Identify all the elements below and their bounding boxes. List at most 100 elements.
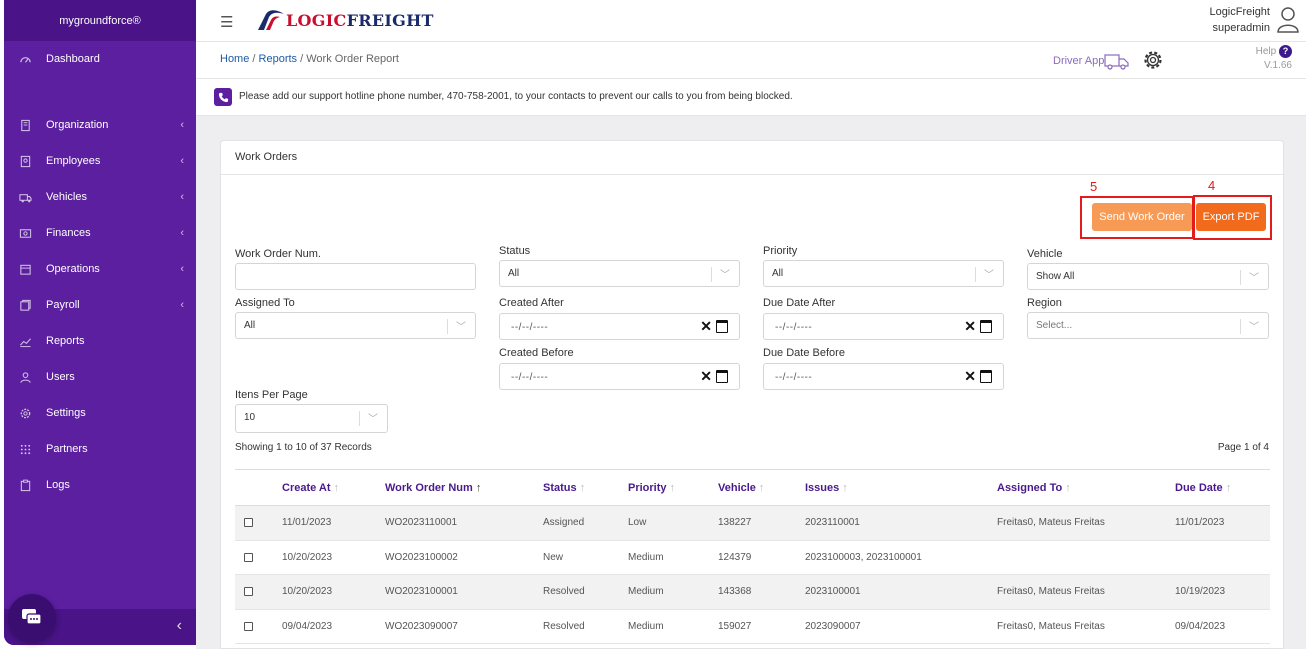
due-date-before-placeholder: --/--/---- bbox=[775, 372, 813, 383]
sidebar-item-operations[interactable]: Operations ‹ bbox=[4, 258, 196, 280]
row-checkbox[interactable] bbox=[244, 552, 253, 562]
collapse-sidebar-icon[interactable]: ‹ bbox=[177, 617, 182, 635]
clear-icon[interactable]: ✕ bbox=[700, 318, 712, 335]
sidebar-item-reports[interactable]: Reports bbox=[4, 330, 196, 352]
column-header-work-order-num[interactable]: Work Order Num ↑ bbox=[385, 469, 543, 506]
work-order-num-label: Work Order Num. bbox=[235, 248, 321, 260]
vehicle-value: Show All bbox=[1036, 271, 1075, 282]
created-before-input[interactable]: --/--/---- ✕ bbox=[499, 363, 740, 390]
table-header-row: Create At ↑ Work Order Num ↑ Status ↑ Prior… bbox=[235, 469, 1270, 506]
chevron-down-icon: ﹀ bbox=[1249, 273, 1259, 284]
column-header-due-date[interactable]: Due Date ↑ bbox=[1175, 469, 1270, 506]
send-work-order-button[interactable]: Send Work Order bbox=[1092, 203, 1192, 231]
sidebar-item-finances[interactable]: Finances ‹ bbox=[4, 222, 196, 244]
table-row[interactable]: 10/20/2023 WO2023100002 New Medium 12437… bbox=[235, 540, 1270, 575]
table-row[interactable]: 10/20/2023 WO2023100001 Resolved Medium … bbox=[235, 574, 1270, 610]
row-checkbox[interactable] bbox=[244, 621, 253, 631]
logo-swoosh-icon bbox=[258, 10, 284, 30]
truck-icon bbox=[1104, 54, 1129, 70]
column-header-assigned-to[interactable]: Assigned To ↑ bbox=[997, 469, 1175, 506]
table-cell bbox=[997, 540, 1175, 575]
user-menu[interactable]: LogicFreight superadmin bbox=[1209, 4, 1300, 36]
breadcrumb-current: Work Order Report bbox=[306, 53, 399, 65]
chat-button[interactable] bbox=[8, 594, 56, 642]
breadcrumb-reports[interactable]: Reports bbox=[259, 53, 298, 65]
row-checkbox[interactable] bbox=[244, 587, 253, 597]
table-cell bbox=[1175, 540, 1270, 575]
table-row[interactable]: 09/04/2023 WO2023090007 Resolved Medium … bbox=[235, 609, 1270, 644]
card-title: Work Orders bbox=[221, 141, 1283, 175]
sidebar-item-partners[interactable]: Partners bbox=[4, 438, 196, 460]
items-per-page-select[interactable]: 10 ﹀ bbox=[235, 404, 388, 433]
due-date-before-input[interactable]: --/--/---- ✕ bbox=[763, 363, 1004, 390]
chevron-left-icon: ‹ bbox=[180, 299, 184, 311]
select-divider bbox=[447, 319, 448, 334]
table-cell: 124379 bbox=[718, 540, 805, 575]
sidebar-item-payroll[interactable]: Payroll ‹ bbox=[4, 294, 196, 316]
employees-icon bbox=[18, 154, 32, 168]
chevron-left-icon: ‹ bbox=[180, 155, 184, 167]
table-cell: 143368 bbox=[718, 574, 805, 610]
sidebar-item-organization[interactable]: Organization ‹ bbox=[4, 114, 196, 136]
calendar-icon[interactable] bbox=[980, 370, 992, 383]
sidebar-item-users[interactable]: Users bbox=[4, 366, 196, 388]
settings-gear-icon[interactable] bbox=[1142, 49, 1164, 74]
calendar-icon[interactable] bbox=[716, 320, 728, 333]
due-date-after-label: Due Date After bbox=[763, 297, 836, 309]
driver-app-link[interactable]: Driver App bbox=[1053, 51, 1130, 71]
column-header-create-at[interactable]: Create At ↑ bbox=[282, 469, 385, 506]
sidebar-item-dashboard[interactable]: Dashboard bbox=[4, 48, 196, 70]
sidebar-item-logs[interactable]: Logs bbox=[4, 474, 196, 496]
clear-icon[interactable]: ✕ bbox=[964, 318, 976, 335]
chevron-left-icon: ‹ bbox=[180, 119, 184, 131]
region-select[interactable]: Select... ﹀ bbox=[1027, 312, 1269, 339]
table-cell: WO2023100002 bbox=[385, 540, 543, 575]
column-header-label: Issues bbox=[805, 481, 840, 494]
logo: LOGICFREIGHT bbox=[256, 8, 434, 32]
breadcrumb-home[interactable]: Home bbox=[220, 53, 249, 65]
due-date-after-input[interactable]: --/--/---- ✕ bbox=[763, 313, 1004, 340]
work-order-num-input[interactable] bbox=[235, 263, 476, 290]
calendar-icon bbox=[18, 262, 32, 276]
sidebar-item-label: Dashboard bbox=[46, 53, 100, 65]
priority-select[interactable]: All ﹀ bbox=[763, 260, 1004, 287]
sidebar-item-employees[interactable]: Employees ‹ bbox=[4, 150, 196, 172]
due-date-after-placeholder: --/--/---- bbox=[775, 322, 813, 333]
menu-icon[interactable]: ☰ bbox=[220, 13, 233, 31]
column-header-label: Assigned To bbox=[997, 481, 1063, 494]
clear-icon[interactable]: ✕ bbox=[700, 368, 712, 385]
sort-arrow-icon: ↑ bbox=[1225, 481, 1232, 494]
column-header-priority[interactable]: Priority ↑ bbox=[628, 469, 718, 506]
table-cell: 2023090007 bbox=[805, 609, 997, 644]
column-header-status[interactable]: Status ↑ bbox=[543, 469, 628, 506]
driver-app-label: Driver App bbox=[1053, 55, 1105, 67]
finances-icon bbox=[18, 226, 32, 240]
table-cell: Freitas0, Mateus Freitas bbox=[997, 574, 1175, 610]
row-checkbox-cell bbox=[235, 574, 282, 610]
status-select[interactable]: All ﹀ bbox=[499, 260, 740, 287]
row-checkbox[interactable] bbox=[244, 518, 253, 528]
export-pdf-button[interactable]: Export PDF bbox=[1196, 203, 1266, 231]
column-header-issues[interactable]: Issues ↑ bbox=[805, 469, 997, 506]
sort-arrow-icon: ↑ bbox=[333, 481, 340, 494]
sidebar-item-vehicles[interactable]: Vehicles ‹ bbox=[4, 186, 196, 208]
created-after-input[interactable]: --/--/---- ✕ bbox=[499, 313, 740, 340]
created-before-label: Created Before bbox=[499, 347, 574, 359]
annotation-export: 4 bbox=[1208, 178, 1216, 193]
sort-arrow-icon: ↑ bbox=[1065, 481, 1071, 494]
table-cell: 11/01/2023 bbox=[1175, 505, 1270, 541]
truck-icon bbox=[18, 190, 32, 204]
help-icon: ? bbox=[1279, 45, 1292, 58]
chevron-left-icon: ‹ bbox=[180, 191, 184, 203]
table-row[interactable]: 11/01/2023 WO2023110001 Assigned Low 138… bbox=[235, 505, 1270, 541]
help-box[interactable]: Help ? V.1.66 bbox=[1256, 45, 1292, 73]
clear-icon[interactable]: ✕ bbox=[964, 368, 976, 385]
calendar-icon[interactable] bbox=[980, 320, 992, 333]
calendar-icon[interactable] bbox=[716, 370, 728, 383]
assigned-to-select[interactable]: All ﹀ bbox=[235, 312, 476, 339]
vehicle-select[interactable]: Show All ﹀ bbox=[1027, 263, 1269, 290]
sidebar-item-settings[interactable]: Settings bbox=[4, 402, 196, 424]
column-header-vehicle[interactable]: Vehicle ↑ bbox=[718, 469, 805, 506]
phone-icon bbox=[214, 88, 232, 106]
select-divider bbox=[1240, 270, 1241, 285]
